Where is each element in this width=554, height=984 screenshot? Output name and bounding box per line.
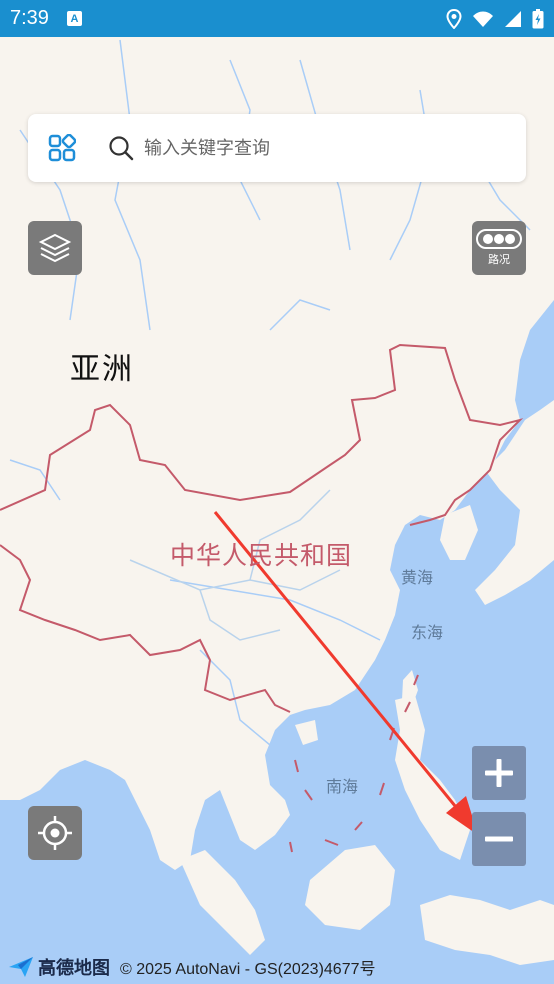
copyright-text: © 2025 AutoNavi - GS(2023)4677号 [120,961,376,978]
status-time: 7:39 [10,7,49,29]
locate-button[interactable] [28,806,82,860]
search-input[interactable] [144,137,444,159]
plus-icon [485,759,513,787]
wifi-icon [473,11,493,27]
apps-grid-icon[interactable] [48,134,76,162]
status-icons [446,8,544,29]
location-icon [446,8,462,29]
traffic-icon [476,229,522,249]
map-label-country: 中华人民共和国 [170,541,353,570]
status-bar: 7:39 A [0,0,554,37]
battery-icon [532,8,544,28]
crosshair-icon [38,816,72,850]
traffic-label: 路况 [488,253,510,266]
map-label-yellow-sea: 黄海 [401,568,434,587]
search-icon [109,136,134,161]
traffic-button[interactable]: 路况 [472,221,526,275]
map-label-east-sea: 东海 [411,623,444,642]
minus-icon [485,836,513,842]
layers-button[interactable] [28,221,82,275]
layers-icon [38,233,72,263]
map-label-south-sea: 南海 [326,777,359,796]
amap-brand: 高德地图 [38,958,110,979]
map-attribution: 高德地图 © 2025 AutoNavi - GS(2023)4677号 [8,955,376,979]
signal-icon [505,10,521,27]
amap-logo-icon [9,957,33,977]
zoom-in-button[interactable] [472,746,526,800]
notification-icon: A [66,11,82,26]
map-label-continent: 亚洲 [70,352,134,387]
zoom-out-button[interactable] [472,812,526,866]
search-bar[interactable] [28,114,526,182]
